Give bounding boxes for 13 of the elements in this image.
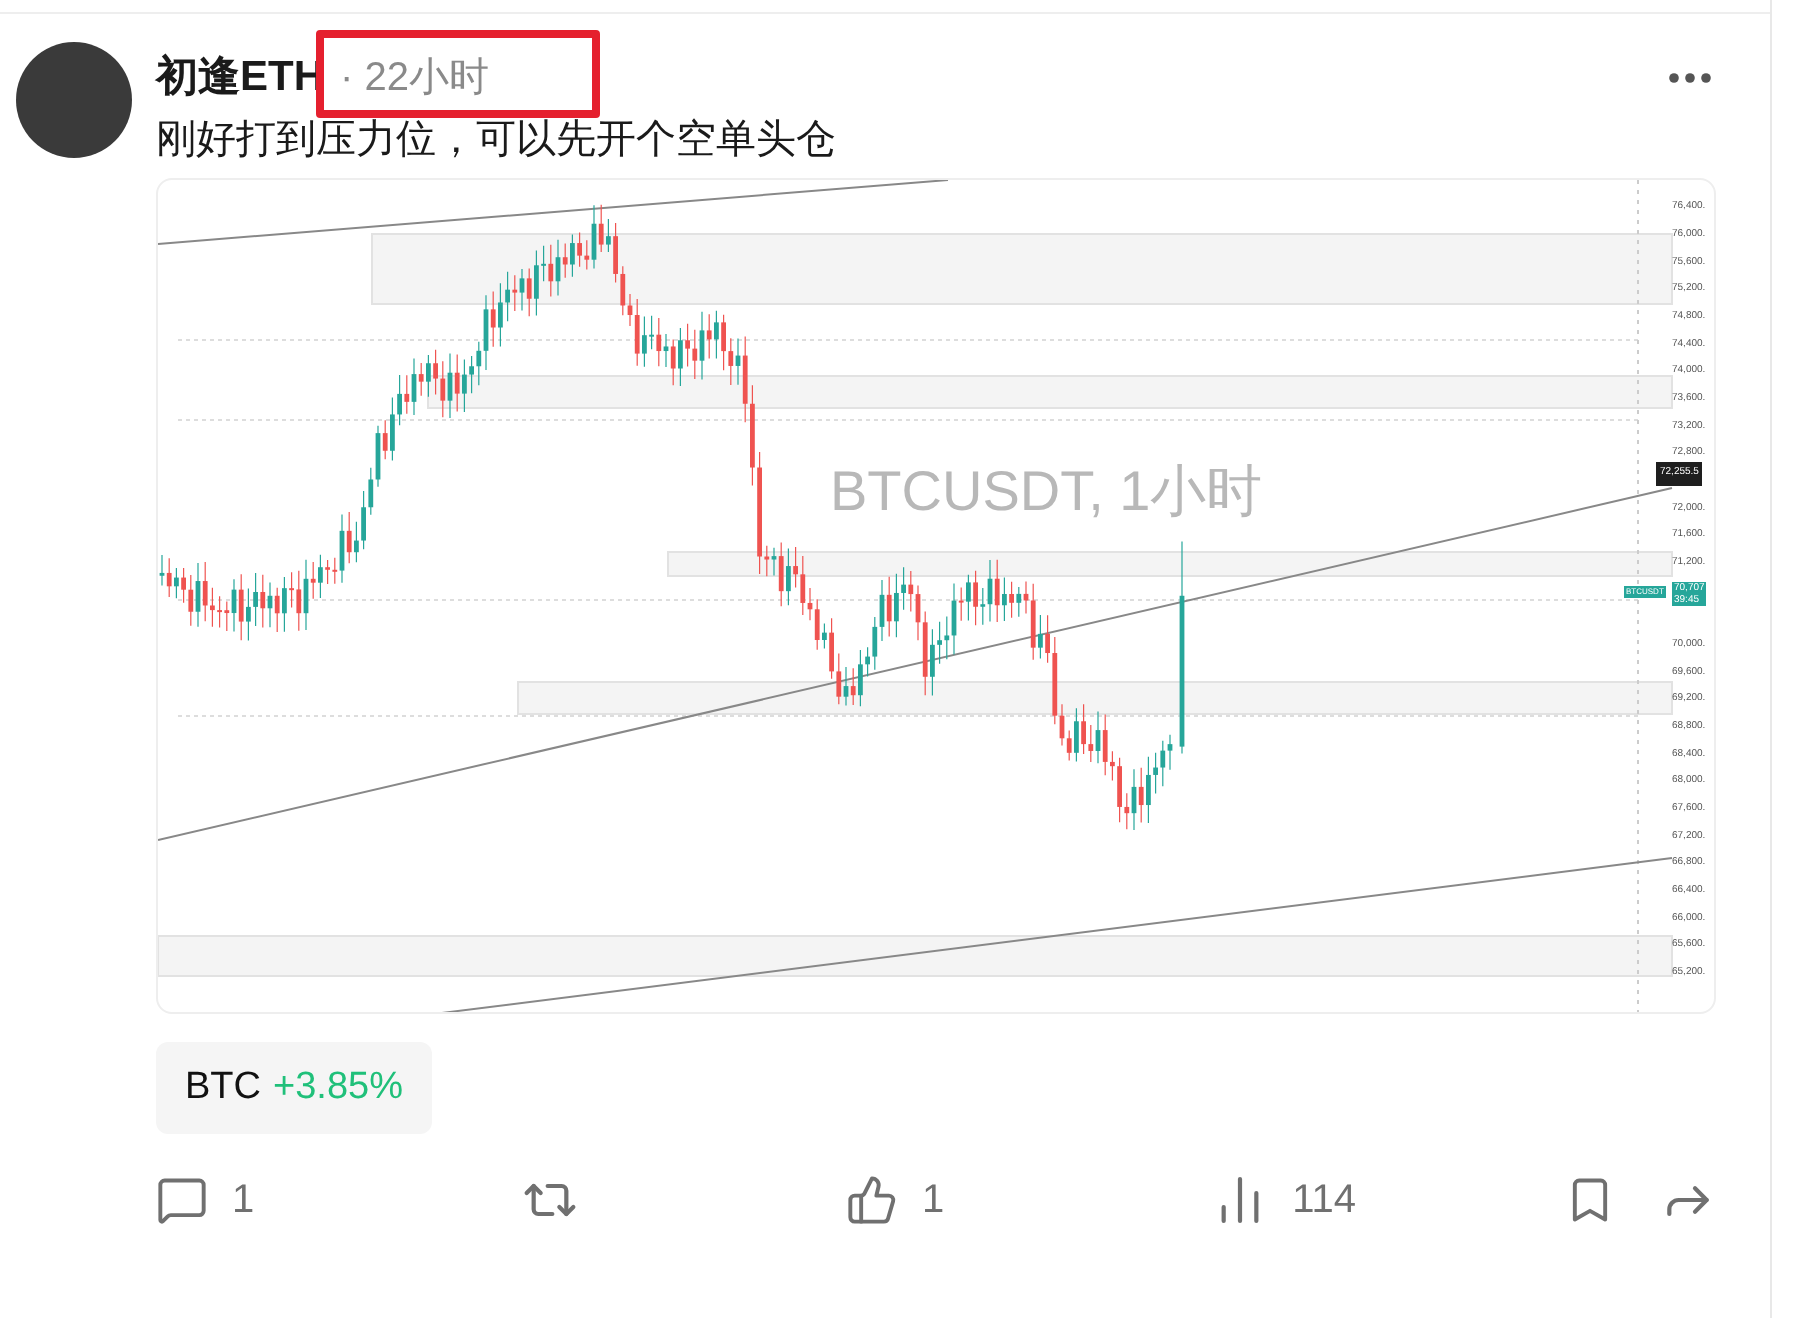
post-text: 刚好打到压力位，可以先开个空单头仓 bbox=[156, 116, 838, 166]
thumbs-up-icon bbox=[846, 1174, 899, 1226]
views-button[interactable]: 114 bbox=[1212, 1170, 1356, 1230]
comment-button[interactable]: 1 bbox=[156, 1170, 255, 1230]
like-button[interactable]: 1 bbox=[846, 1170, 945, 1230]
ticker-symbol: BTC bbox=[185, 1063, 261, 1112]
ticker-change: +3.85% bbox=[273, 1063, 403, 1112]
ticker-chip[interactable]: BTC +3.85% bbox=[156, 1042, 432, 1134]
post-time: · 22小时 bbox=[340, 54, 489, 104]
comment-icon bbox=[156, 1174, 208, 1226]
more-icon bbox=[1668, 72, 1712, 84]
more-button[interactable] bbox=[1668, 72, 1712, 84]
chart-watermark: BTCUSDT, 1小时 bbox=[830, 460, 1263, 524]
